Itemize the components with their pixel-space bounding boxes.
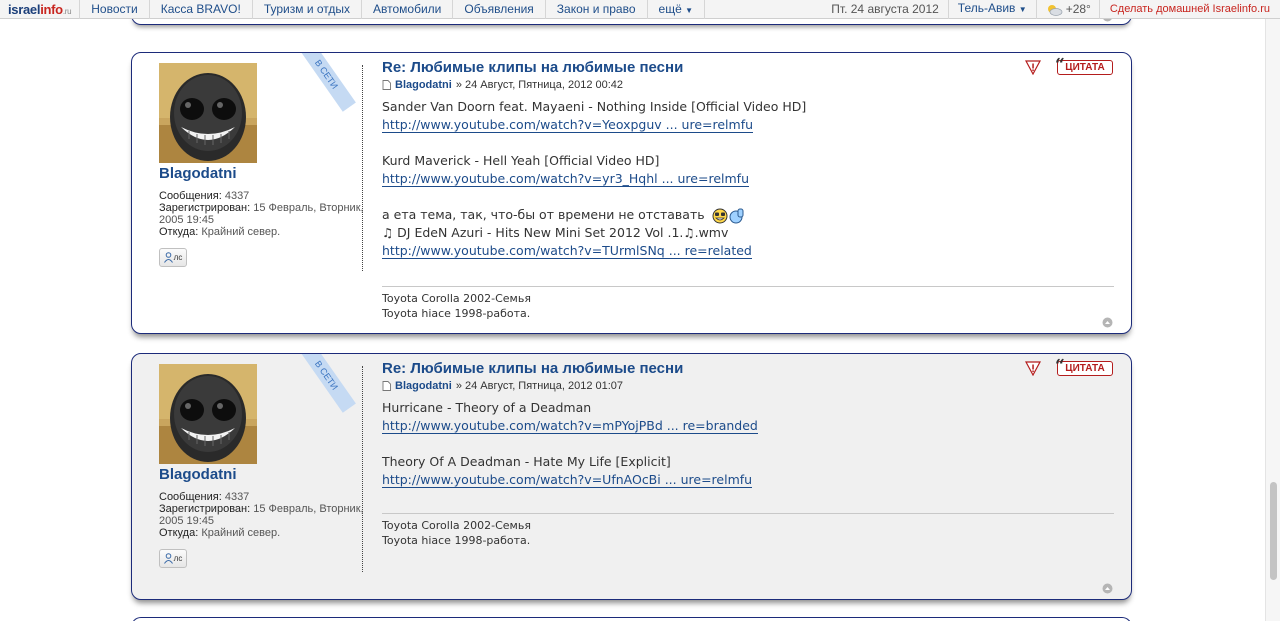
nav-kassa-bravo[interactable]: Касса BRAVO! (150, 0, 253, 19)
top-navigation-bar: israelinfo.ru Новости Касса BRAVO! Туриз… (0, 0, 1280, 19)
post-meta: Blagodatni » 24 Август, Пятница, 2012 01… (382, 380, 1114, 392)
post-line: http://www.youtube.com/watch?v=mPYojPBd … (382, 417, 1114, 435)
partly-cloudy-icon (1047, 4, 1063, 16)
post-icon (382, 80, 391, 90)
forum-post: В СЕТИ Blagodatni Сообщения: 4337 Зареги… (131, 52, 1132, 334)
signature-line: Toyota hiace 1998-работа. (382, 534, 531, 547)
author-info: Сообщения: 4337 Зарегистрирован: 15 Февр… (159, 491, 364, 539)
youtube-link[interactable]: http://www.youtube.com/watch?v=Yeoxpguv … (382, 117, 754, 133)
post-body: Re: Любимые клипы на любимые песни Blago… (382, 59, 1114, 260)
author-name[interactable]: Blagodatni (159, 165, 364, 182)
post-signature: Toyota Corolla 2002-Семья Toyota hiace 1… (382, 286, 1114, 321)
nav-news[interactable]: Новости (80, 0, 150, 19)
nav-law[interactable]: Закон и право (546, 0, 648, 19)
youtube-link[interactable]: http://www.youtube.com/watch?v=yr3_Hqhl … (382, 171, 749, 187)
smiley-icons (712, 208, 744, 223)
back-to-top-icon[interactable] (1102, 583, 1113, 594)
post-signature: Toyota Corolla 2002-Семья Toyota hiace 1… (382, 513, 1114, 548)
private-message-button[interactable]: лс (159, 248, 187, 267)
post-icon (382, 381, 391, 391)
author-name[interactable]: Blagodatni (159, 466, 364, 483)
profile-divider (362, 366, 363, 572)
user-icon (163, 252, 173, 263)
profile-divider (362, 65, 363, 271)
post-text: Hurricane - Theory of a Deadman http://w… (382, 399, 1114, 489)
scrollbar-thumb[interactable] (1270, 482, 1277, 580)
post-author-link[interactable]: Blagodatni (395, 380, 452, 392)
private-message-button[interactable]: лс (159, 549, 187, 568)
avatar[interactable] (159, 63, 257, 163)
post-line-text: а ета тема, так, что-бы от времени не от… (382, 207, 705, 222)
post-line: Kurd Maverick - Hell Yeah [Official Vide… (382, 153, 660, 168)
location: Крайний север. (201, 226, 281, 238)
youtube-link[interactable]: http://www.youtube.com/watch?v=mPYojPBd … (382, 418, 758, 434)
site-logo[interactable]: israelinfo.ru (0, 0, 81, 19)
location-label: Откуда: (159, 226, 199, 238)
youtube-link[interactable]: http://www.youtube.com/watch?v=TUrmlSNq … (382, 243, 752, 259)
city-selector[interactable]: Тель-Авив ▼ (949, 0, 1037, 19)
forum-content: В СЕТИ Blagodatni Сообщения: 4337 Зареги… (0, 11, 1265, 621)
posts-count-label: Сообщения: (159, 491, 222, 503)
post-line: ♫ DJ EdeN Azuri - Hits New Mini Set 2012… (382, 225, 729, 240)
signature-line: Toyota Corolla 2002-Семья (382, 292, 531, 305)
posts-count: 4337 (224, 491, 250, 503)
next-post-top (131, 617, 1132, 621)
avatar[interactable] (159, 364, 257, 464)
author-info: Сообщения: 4337 Зарегистрирован: 15 Февр… (159, 190, 364, 238)
post-line: http://www.youtube.com/watch?v=UfnAOcBi … (382, 471, 1114, 489)
chevron-down-icon: ▼ (685, 5, 694, 15)
logo-accent: info (40, 1, 63, 17)
temperature: +28° (1065, 1, 1091, 16)
nav-ads[interactable]: Объявления (453, 0, 546, 19)
location: Крайний север. (201, 527, 281, 539)
post-meta: Blagodatni » 24 Август, Пятница, 2012 00… (382, 79, 1114, 91)
author-profile: Blagodatni Сообщения: 4337 Зарегистриров… (159, 63, 364, 273)
registered-label: Зарегистрирован: (159, 202, 251, 214)
post-datetime: » 24 Август, Пятница, 2012 00:42 (455, 79, 624, 91)
post-line: http://www.youtube.com/watch?v=TUrmlSNq … (382, 242, 1114, 260)
post-line: http://www.youtube.com/watch?v=yr3_Hqhl … (382, 170, 1114, 188)
logo-tld: .ru (62, 6, 72, 16)
location-label: Откуда: (159, 527, 199, 539)
chevron-down-icon: ▼ (1018, 5, 1027, 14)
nav-cars[interactable]: Автомобили (362, 0, 454, 19)
post-text: Sander Van Doorn feat. Mayaeni - Nothing… (382, 98, 1114, 260)
post-title[interactable]: Re: Любимые клипы на любимые песни (382, 59, 1114, 76)
nav-more[interactable]: ещё ▼ (648, 0, 706, 19)
post-line: а ета тема, так, что-бы от времени не от… (382, 206, 1114, 224)
signature-line: Toyota Corolla 2002-Семья (382, 519, 531, 532)
post-title[interactable]: Re: Любимые клипы на любимые песни (382, 360, 1114, 377)
registered-label: Зарегистрирован: (159, 503, 251, 515)
nav-more-label: ещё (658, 1, 682, 16)
post-datetime: » 24 Август, Пятница, 2012 01:07 (455, 380, 624, 392)
post-line: Sander Van Doorn feat. Mayaeni - Nothing… (382, 99, 807, 114)
city-label: Тель-Авив (957, 1, 1016, 15)
user-icon (163, 553, 173, 564)
signature-line: Toyota hiace 1998-работа. (382, 307, 531, 320)
logo-main: israel (8, 1, 41, 17)
nav-tourism[interactable]: Туризм и отдых (253, 0, 362, 19)
post-body: Re: Любимые клипы на любимые песни Blago… (382, 360, 1114, 489)
current-date: Пт. 24 августа 2012 (822, 0, 949, 19)
make-homepage-link[interactable]: Сделать домашней Israelinfo.ru (1100, 0, 1280, 19)
author-profile: Blagodatni Сообщения: 4337 Зарегистриров… (159, 364, 364, 574)
post-line: Theory Of A Deadman - Hate My Life [Expl… (382, 454, 671, 469)
private-message-label: лс (173, 554, 183, 563)
youtube-link[interactable]: http://www.youtube.com/watch?v=UfnAOcBi … (382, 472, 753, 488)
private-message-label: лс (173, 253, 183, 262)
posts-count: 4337 (224, 190, 250, 202)
post-line: http://www.youtube.com/watch?v=Yeoxpguv … (382, 116, 1114, 134)
post-author-link[interactable]: Blagodatni (395, 79, 452, 91)
page-scrollbar[interactable] (1265, 19, 1280, 621)
posts-count-label: Сообщения: (159, 190, 222, 202)
weather-widget[interactable]: +28° (1037, 0, 1100, 19)
post-line: Hurricane - Theory of a Deadman (382, 400, 592, 415)
back-to-top-icon[interactable] (1102, 317, 1113, 328)
forum-post: В СЕТИ Blagodatni Сообщения: 4337 Зареги… (131, 353, 1132, 600)
